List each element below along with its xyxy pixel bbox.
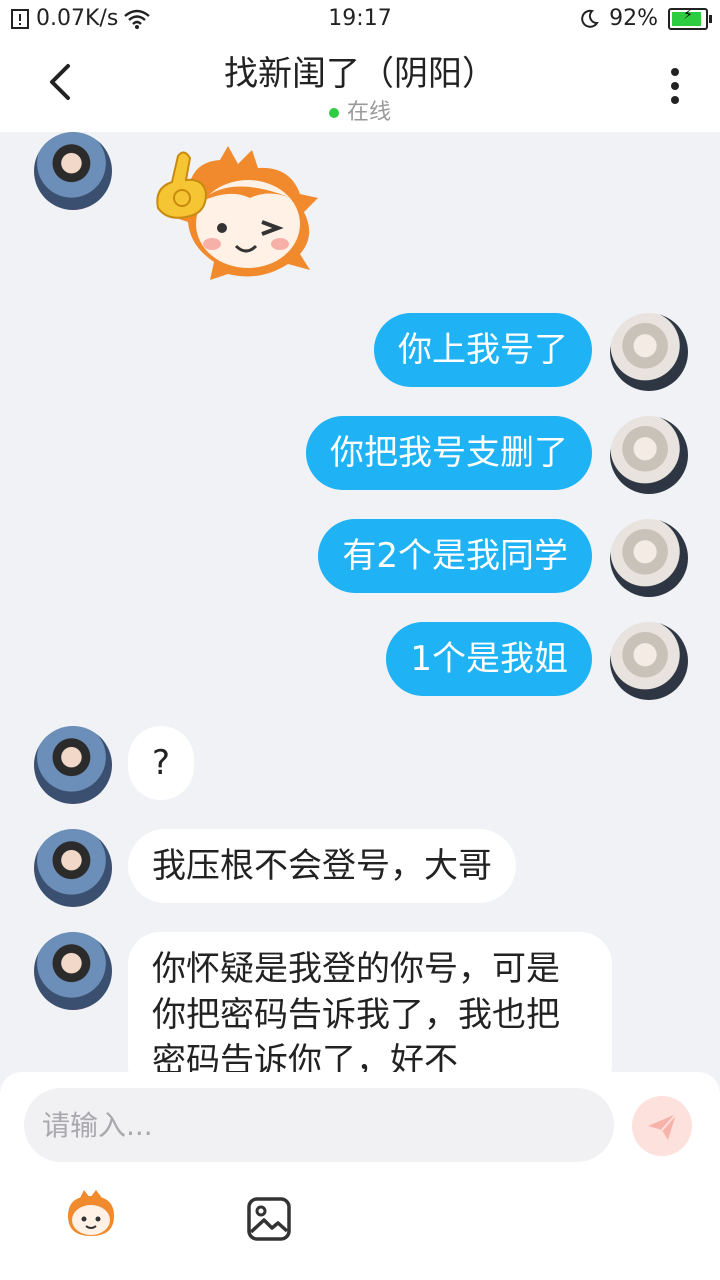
- message-list[interactable]: 你上我号了 你把我号支删了 有2个是我同学 1个是我姐 ? 我压根不会登号，大哥…: [0, 132, 720, 1072]
- online-status: 在线: [0, 94, 720, 126]
- message-input[interactable]: [24, 1088, 614, 1162]
- message-bubble-outgoing[interactable]: 1个是我姐: [386, 622, 592, 696]
- contact-avatar[interactable]: [34, 932, 112, 1010]
- my-avatar[interactable]: [610, 416, 688, 494]
- chat-title: 找新闺了（阴阳）: [224, 54, 496, 94]
- image-icon[interactable]: [246, 1196, 292, 1242]
- message-bubble-incoming[interactable]: 你怀疑是我登的你号，可是你把密码告诉我了，我也把密码告诉你了，好不: [128, 932, 612, 1072]
- online-dot-icon: [328, 108, 339, 118]
- battery-icon: ⚡: [668, 6, 712, 30]
- message-bubble-outgoing[interactable]: 你上我号了: [374, 313, 592, 387]
- contact-avatar[interactable]: [34, 132, 112, 210]
- emoji-icon[interactable]: [62, 1190, 120, 1240]
- message-bubble-incoming[interactable]: 我压根不会登号，大哥: [128, 829, 516, 903]
- status-bar: 0.07K/s 19:17 92% ⚡: [0, 0, 720, 38]
- online-status-label: 在线: [346, 100, 391, 125]
- charging-bolt-icon: ⚡: [683, 6, 693, 23]
- battery-percent: 92%: [609, 6, 658, 31]
- moon-icon: [581, 9, 599, 28]
- message-bubble-outgoing[interactable]: 有2个是我同学: [318, 519, 592, 593]
- my-avatar[interactable]: [610, 622, 688, 700]
- my-avatar[interactable]: [610, 313, 688, 391]
- send-button[interactable]: [632, 1096, 692, 1156]
- more-vertical-icon[interactable]: [660, 66, 690, 106]
- message-composer: [0, 1072, 720, 1280]
- sticker-image[interactable]: [150, 142, 325, 282]
- message-bubble-incoming[interactable]: ?: [128, 726, 195, 800]
- my-avatar[interactable]: [610, 519, 688, 597]
- contact-avatar[interactable]: [34, 829, 112, 907]
- chat-header: 找新闺了（阴阳） 在线: [0, 38, 720, 132]
- contact-avatar[interactable]: [34, 726, 112, 804]
- status-right: 92% ⚡: [579, 6, 712, 31]
- message-bubble-outgoing[interactable]: 你把我号支删了: [306, 416, 592, 490]
